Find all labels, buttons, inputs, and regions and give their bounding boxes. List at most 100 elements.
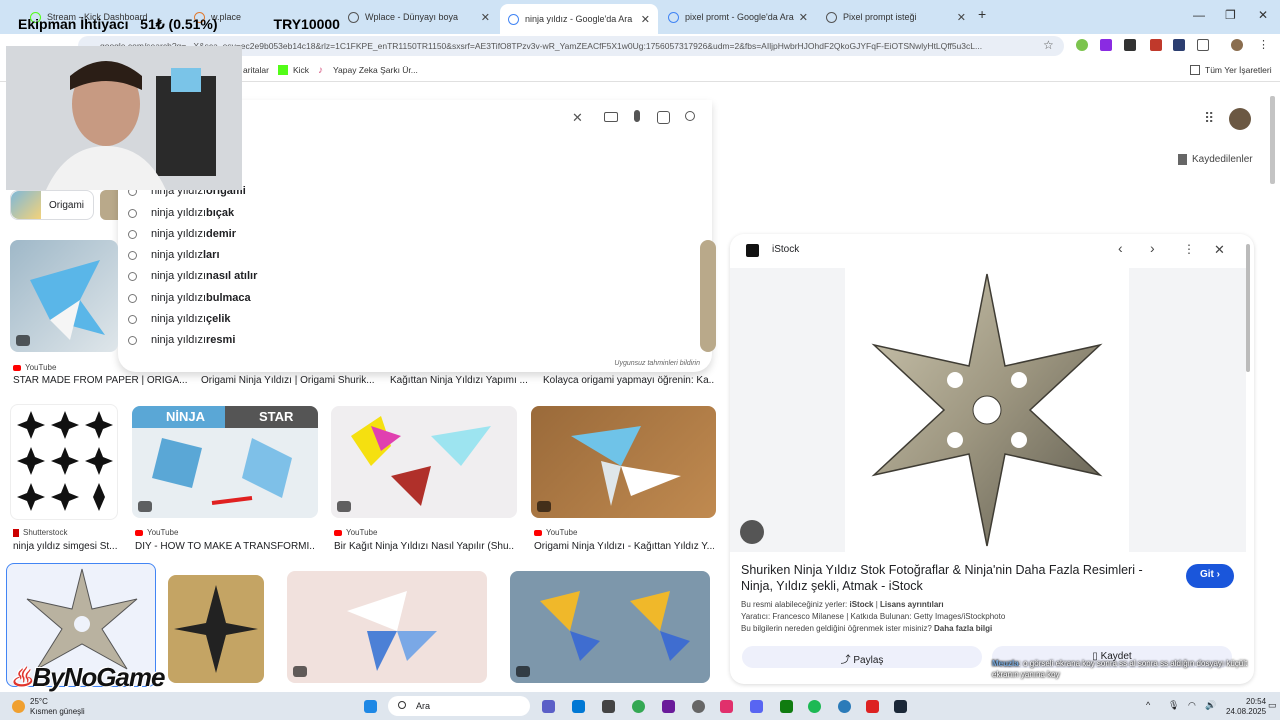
suggestion-item[interactable]: ninja yıldız ları: [128, 245, 220, 265]
youtube-icon: [334, 529, 342, 536]
notification-icon[interactable]: ▭: [1268, 700, 1277, 711]
learn-more-link[interactable]: Daha fazla bilgi: [934, 624, 992, 633]
image-result[interactable]: [531, 406, 716, 518]
tab-pixel-prompt-istegi[interactable]: Pixel prompt isteği ✕: [818, 6, 974, 28]
extension-icon[interactable]: [1124, 39, 1136, 51]
steam-icon[interactable]: [894, 700, 907, 713]
microphone-icon[interactable]: [634, 110, 640, 122]
istock-logo-icon: [746, 244, 759, 257]
share-button[interactable]: ⤴ Paylaş: [742, 646, 982, 668]
page-scrollbar[interactable]: [1270, 96, 1275, 184]
account-avatar[interactable]: [1229, 108, 1251, 130]
report-predictions-link[interactable]: Uygunsuz tahminleri bildirin: [614, 360, 700, 367]
panel-source[interactable]: iStock: [772, 244, 799, 255]
extension-icon[interactable]: [1150, 39, 1162, 51]
teams-icon[interactable]: [542, 700, 555, 713]
play-icon: [293, 666, 307, 677]
close-window-button[interactable]: ✕: [1258, 8, 1268, 22]
puzzle-extensions-icon[interactable]: [1197, 39, 1209, 51]
lens-search-icon[interactable]: [740, 520, 764, 544]
windows-start-icon[interactable]: [364, 700, 377, 713]
result-title[interactable]: Kolayca origami yapmayı öğrenin: Ka...: [543, 375, 715, 386]
result-title[interactable]: STAR MADE FROM PAPER | ORIGA...: [13, 375, 188, 386]
maximize-button[interactable]: ❐: [1225, 8, 1236, 22]
keyboard-icon[interactable]: [604, 112, 618, 122]
close-panel-icon[interactable]: ✕: [1214, 242, 1225, 258]
close-icon[interactable]: ✕: [957, 11, 966, 24]
tab-wplace-dunya[interactable]: Wplace - Dünyayı boya ✕: [340, 6, 498, 28]
tab-pixel-promt[interactable]: pixel promt - Google'da Ara ✕: [660, 6, 816, 28]
extension-icon[interactable]: [1173, 39, 1185, 51]
panel-scrollbar[interactable]: [1246, 244, 1250, 372]
microphone-icon[interactable]: 🎙: [1168, 700, 1179, 711]
chrome-icon[interactable]: [632, 700, 645, 713]
image-result[interactable]: NİNJA STAR: [132, 406, 318, 518]
chevron-up-icon[interactable]: ^: [1146, 700, 1150, 710]
result-title[interactable]: Origami Ninja Yıldızı | Origami Shurik..…: [201, 375, 376, 386]
all-bookmarks-button[interactable]: Tüm Yer İşaretleri: [1190, 65, 1272, 75]
menu-dots-icon[interactable]: ⋮: [1258, 38, 1269, 51]
image-result[interactable]: [168, 575, 264, 683]
new-tab-button[interactable]: +: [978, 6, 986, 22]
suggestion-item[interactable]: ninja yıldızı nasıl atılır: [128, 266, 257, 286]
store-icon[interactable]: [602, 700, 615, 713]
weather-widget[interactable]: 25°C Kısmen güneşli: [30, 697, 85, 717]
image-result[interactable]: [10, 404, 118, 520]
discord-icon[interactable]: [750, 700, 763, 713]
filter-chip-thumbnail[interactable]: [100, 190, 120, 220]
bookmark-item[interactable]: aritalar: [243, 65, 269, 75]
more-options-icon[interactable]: ⋮: [1183, 242, 1195, 256]
suggestion-item[interactable]: ninja yıldızı demir: [128, 224, 236, 244]
next-image-icon[interactable]: ›: [1150, 240, 1155, 256]
weather-sun-icon[interactable]: [12, 700, 25, 713]
wifi-icon[interactable]: ◠: [1188, 700, 1196, 711]
app-icon[interactable]: [838, 700, 851, 713]
image-result[interactable]: [331, 406, 517, 518]
minimize-button[interactable]: —: [1193, 8, 1205, 22]
preview-image-area[interactable]: [730, 268, 1246, 552]
saved-button[interactable]: Kaydedilenler: [1178, 154, 1253, 165]
result-title[interactable]: Bir Kağıt Ninja Yıldızı Nasıl Yapılır (S…: [334, 541, 514, 552]
suggestion-item[interactable]: ninja yıldızı bulmaca: [128, 288, 251, 308]
apps-grid-icon[interactable]: ⠿: [1204, 110, 1214, 127]
vs-icon[interactable]: [662, 700, 675, 713]
result-title[interactable]: Origami Ninja Yıldızı - Kağıttan Yıldız …: [534, 541, 714, 552]
spotify-icon[interactable]: [808, 700, 821, 713]
outlook-icon[interactable]: [572, 700, 585, 713]
suggestion-item[interactable]: ninja yıldızı resmi: [128, 330, 235, 350]
clock[interactable]: 20:54 24.08.2025: [1226, 697, 1266, 717]
previous-image-icon[interactable]: ‹: [1118, 240, 1123, 256]
close-icon[interactable]: ✕: [641, 13, 650, 26]
image-result[interactable]: [510, 571, 710, 683]
license-details-link[interactable]: Lisans ayrıntıları: [880, 600, 944, 609]
suggestion-item[interactable]: ninja yıldızı çelik: [128, 309, 231, 329]
profile-avatar-icon[interactable]: [1231, 39, 1243, 51]
close-icon[interactable]: ✕: [799, 11, 808, 24]
instagram-icon[interactable]: [720, 700, 733, 713]
search-icon[interactable]: [685, 111, 695, 121]
clear-search-icon[interactable]: ✕: [572, 110, 583, 126]
result-title[interactable]: ninja yıldız simgesi St...: [13, 541, 121, 552]
image-result[interactable]: [700, 240, 716, 352]
star-bookmark-icon[interactable]: ☆: [1043, 38, 1054, 52]
extension-icon[interactable]: [1076, 39, 1088, 51]
result-title[interactable]: Kağıttan Ninja Yıldızı Yapımı ...: [390, 375, 530, 386]
obs-icon[interactable]: [692, 700, 705, 713]
taskbar-search[interactable]: Ara: [388, 696, 530, 716]
lens-camera-icon[interactable]: [657, 111, 670, 124]
tab-ninja-yildiz[interactable]: ninja yıldız - Google'da Ara ✕: [500, 4, 658, 34]
volume-icon[interactable]: 🔊: [1205, 700, 1216, 711]
image-result[interactable]: [287, 571, 487, 683]
extension-icon[interactable]: [1100, 39, 1112, 51]
result-title[interactable]: DIY - HOW TO MAKE A TRANSFORMI...: [135, 541, 315, 552]
bookmark-kick[interactable]: Kick: [278, 65, 309, 75]
bookmark-yapay-zeka[interactable]: ♪ Yapay Zeka Şarkı Ür...: [318, 65, 418, 76]
close-icon[interactable]: ✕: [481, 11, 490, 24]
filter-chip-origami[interactable]: Origami: [10, 190, 94, 220]
app-icon[interactable]: [866, 700, 879, 713]
xbox-icon[interactable]: [780, 700, 793, 713]
visit-button[interactable]: Git ›: [1186, 564, 1234, 588]
image-result[interactable]: [10, 240, 118, 352]
suggestion-item[interactable]: ninja yıldızı bıçak: [128, 203, 234, 223]
panel-title[interactable]: Shuriken Ninja Yıldız Stok Fotoğraflar &…: [741, 562, 1161, 594]
